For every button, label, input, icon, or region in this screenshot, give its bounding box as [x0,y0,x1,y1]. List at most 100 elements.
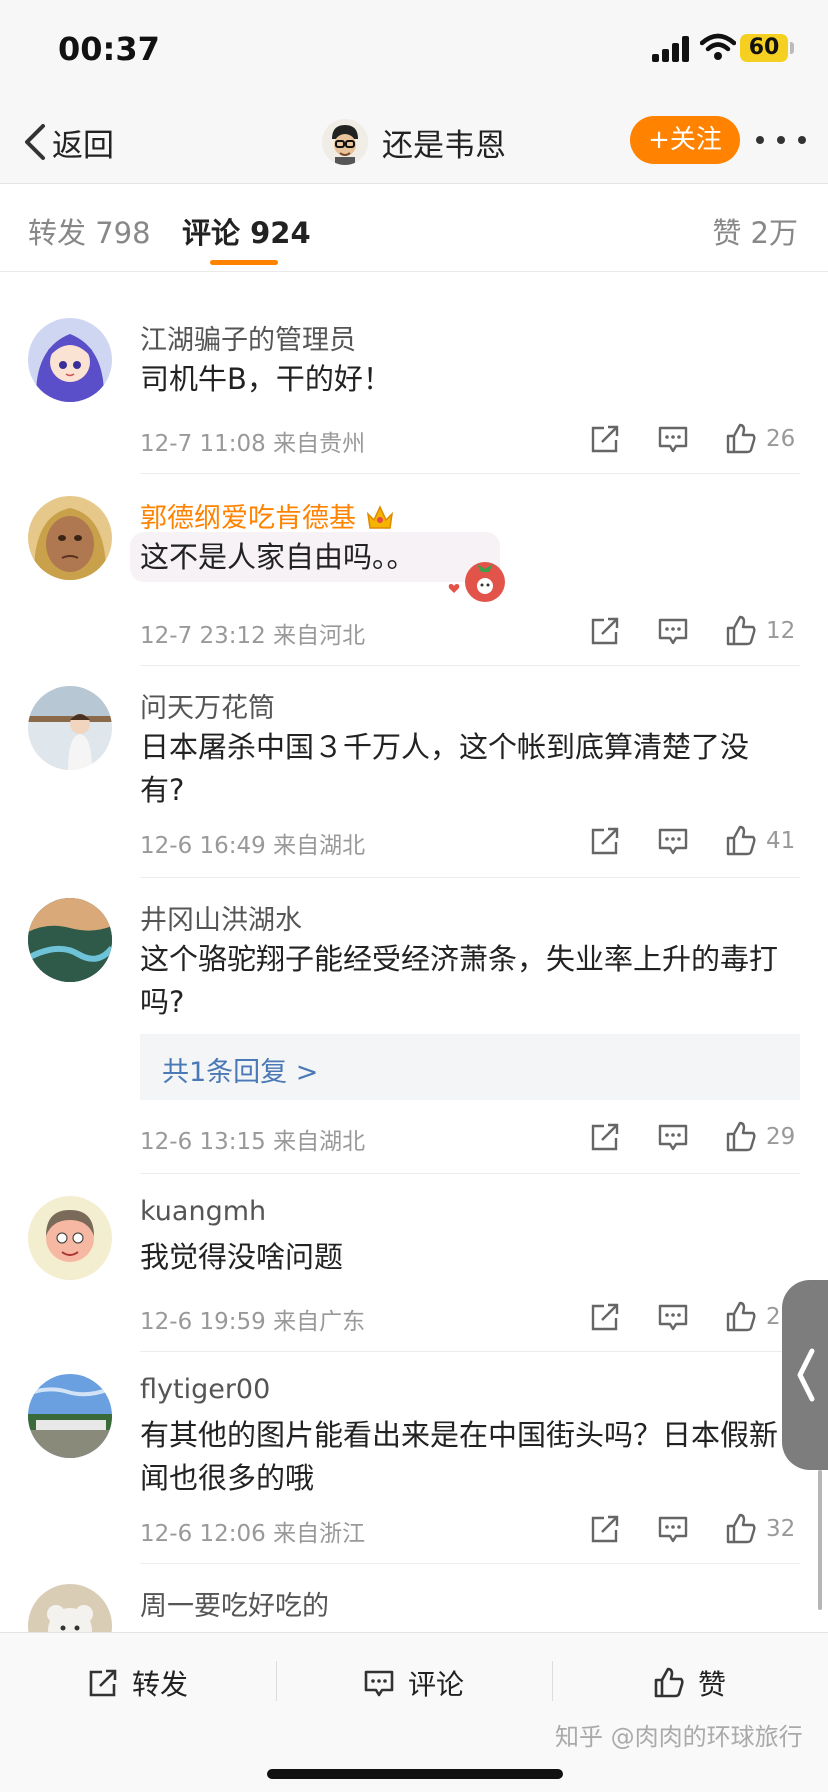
avatar[interactable] [28,496,112,580]
comment-icon[interactable] [656,1512,690,1546]
like-icon[interactable] [724,1120,758,1154]
comment-author[interactable]: flytiger00 [140,1374,270,1405]
wifi-icon [700,33,736,60]
comment-location: 来自湖北 [273,1129,366,1155]
comment-actions: 26 [554,422,798,456]
comment-time: 12-7 11:08 [140,431,266,457]
comment-item: 问天万花筒 日本屠杀中国３千万人，这个帐到底算清楚了没有? 12-6 16:49… [0,666,828,878]
more-icon[interactable] [756,130,806,150]
like-icon[interactable] [724,422,758,456]
avatar[interactable] [28,686,112,770]
avatar[interactable] [28,1584,112,1632]
comment-icon[interactable] [656,422,690,456]
avatar[interactable] [28,1196,112,1280]
comment-author-name: 郭德纲爱吃肯德基 [140,503,356,534]
tab-comments[interactable]: 评论 924 [182,210,311,252]
comment-author[interactable]: 周一要吃好吃的 [140,1584,329,1623]
comment-actions: 2 [554,1300,798,1334]
comment-item: 郭德纲爱吃肯德基 这不是人家自由吗。。 12-7 23:12 来自河北 12 [0,474,828,666]
tab-repost[interactable]: 转发 798 [28,210,151,252]
like-count: 32 [766,1516,796,1542]
repost-label: 转发 [132,1668,189,1701]
share-icon[interactable] [588,1120,622,1154]
like-icon[interactable] [724,614,758,648]
like-icon [654,1667,684,1698]
comment-author[interactable]: kuangmh [140,1196,266,1227]
comment-item: 江湖骗子的管理员 司机牛B，干的好！ 12-7 11:08 来自贵州 26 [0,272,828,474]
comment-item: 井冈山洪湖水 这个骆驼翔子能经受经济萧条，失业率上升的毒打吗? 共1条回复 > … [0,878,828,1174]
follow-button[interactable]: +关注 [630,116,740,164]
like-label: 赞 [698,1668,727,1701]
side-drawer-handle[interactable] [782,1280,828,1470]
comment-label: 评论 [408,1668,465,1701]
like-count: 29 [766,1124,796,1150]
battery-indicator: 60 [740,34,788,62]
share-icon[interactable] [588,824,622,858]
comment-meta: 12-6 19:59 来自广东 [140,1302,365,1336]
comment-meta: 12-6 12:06 来自浙江 [140,1514,365,1548]
repost-icon [89,1669,117,1697]
scrollbar[interactable] [818,1470,822,1610]
vip-crown-icon [366,505,393,529]
watermark: 知乎 @肉肉的环球旅行 [555,1723,803,1751]
comment-meta: 12-6 16:49 来自湖北 [140,826,365,860]
comment-icon[interactable] [656,1300,690,1334]
comment-location: 来自河北 [273,623,366,649]
status-time: 00:37 [58,30,160,68]
avatar[interactable] [28,318,112,402]
comment-icon[interactable] [656,1120,690,1154]
author-avatar[interactable] [322,119,368,165]
avatar[interactable] [28,898,112,982]
reply-expander[interactable]: 共1条回复 > [140,1034,800,1100]
heart-icon [448,584,460,593]
comment-list: 江湖骗子的管理员 司机牛B，干的好！ 12-7 11:08 来自贵州 26 郭德… [0,272,828,1632]
avatar[interactable] [28,1374,112,1458]
comment-time: 12-6 16:49 [140,833,266,859]
author-header[interactable]: 还是韦恩 [322,116,506,168]
comment-location: 来自湖北 [273,833,366,859]
comment-text: 司机牛B，干的好！ [140,362,392,396]
share-icon[interactable] [588,1300,622,1334]
repost-button[interactable]: 转发 [86,1661,188,1705]
comment-item: kuangmh 我觉得没啥问题 12-6 19:59 来自广东 2 [0,1174,828,1352]
comment-location: 来自贵州 [273,431,366,457]
like-count: 26 [766,426,796,452]
divider [552,1661,553,1701]
comment-icon[interactable] [656,614,690,648]
share-icon[interactable] [588,422,622,456]
reply-count-link[interactable]: 共1条回复 > [162,1050,318,1089]
home-indicator[interactable] [267,1769,563,1779]
like-icon[interactable] [724,1512,758,1546]
active-tab-indicator [210,260,278,265]
chevron-left-icon [25,124,45,160]
back-button[interactable]: 返回 [22,118,114,166]
comment-time: 12-6 13:15 [140,1129,266,1155]
share-icon[interactable] [588,614,622,648]
comment-author[interactable]: 江湖骗子的管理员 [140,318,356,357]
back-label: 返回 [52,127,114,164]
like-icon[interactable] [724,824,758,858]
author-name: 还是韦恩 [382,127,506,164]
like-button[interactable]: 赞 [652,1661,726,1705]
comment-actions: 41 [554,824,798,858]
comment-button[interactable]: 评论 [362,1661,464,1705]
share-icon[interactable] [588,1512,622,1546]
nav-bar: 返回 还是韦恩 +关注 [0,100,828,184]
status-bar: 00:37 60 [0,0,828,100]
comment-time: 12-7 23:12 [140,623,266,649]
comment-author[interactable]: 郭德纲爱吃肯德基 [140,496,395,535]
tab-bar: 转发 798 评论 924 赞 2万 [0,184,828,272]
comment-icon [364,1670,394,1697]
comment-text: 日本屠杀中国３千万人，这个帐到底算清楚了没有? [140,730,750,807]
comment-actions: 32 [554,1512,798,1546]
comment-author[interactable]: 问天万花筒 [140,686,275,725]
tomato-sticker-icon [465,562,505,602]
comment-icon[interactable] [656,824,690,858]
comment-meta: 12-7 11:08 来自贵州 [140,424,365,458]
comment-location: 来自广东 [273,1309,366,1335]
comment-text: 有其他的图片能看出来是在中国街头吗？日本假新闻也很多的哦 [140,1418,779,1495]
comment-author[interactable]: 井冈山洪湖水 [140,898,302,937]
like-icon[interactable] [724,1300,758,1334]
signal-icon [652,36,692,62]
tab-likes[interactable]: 赞 2万 [712,210,798,252]
